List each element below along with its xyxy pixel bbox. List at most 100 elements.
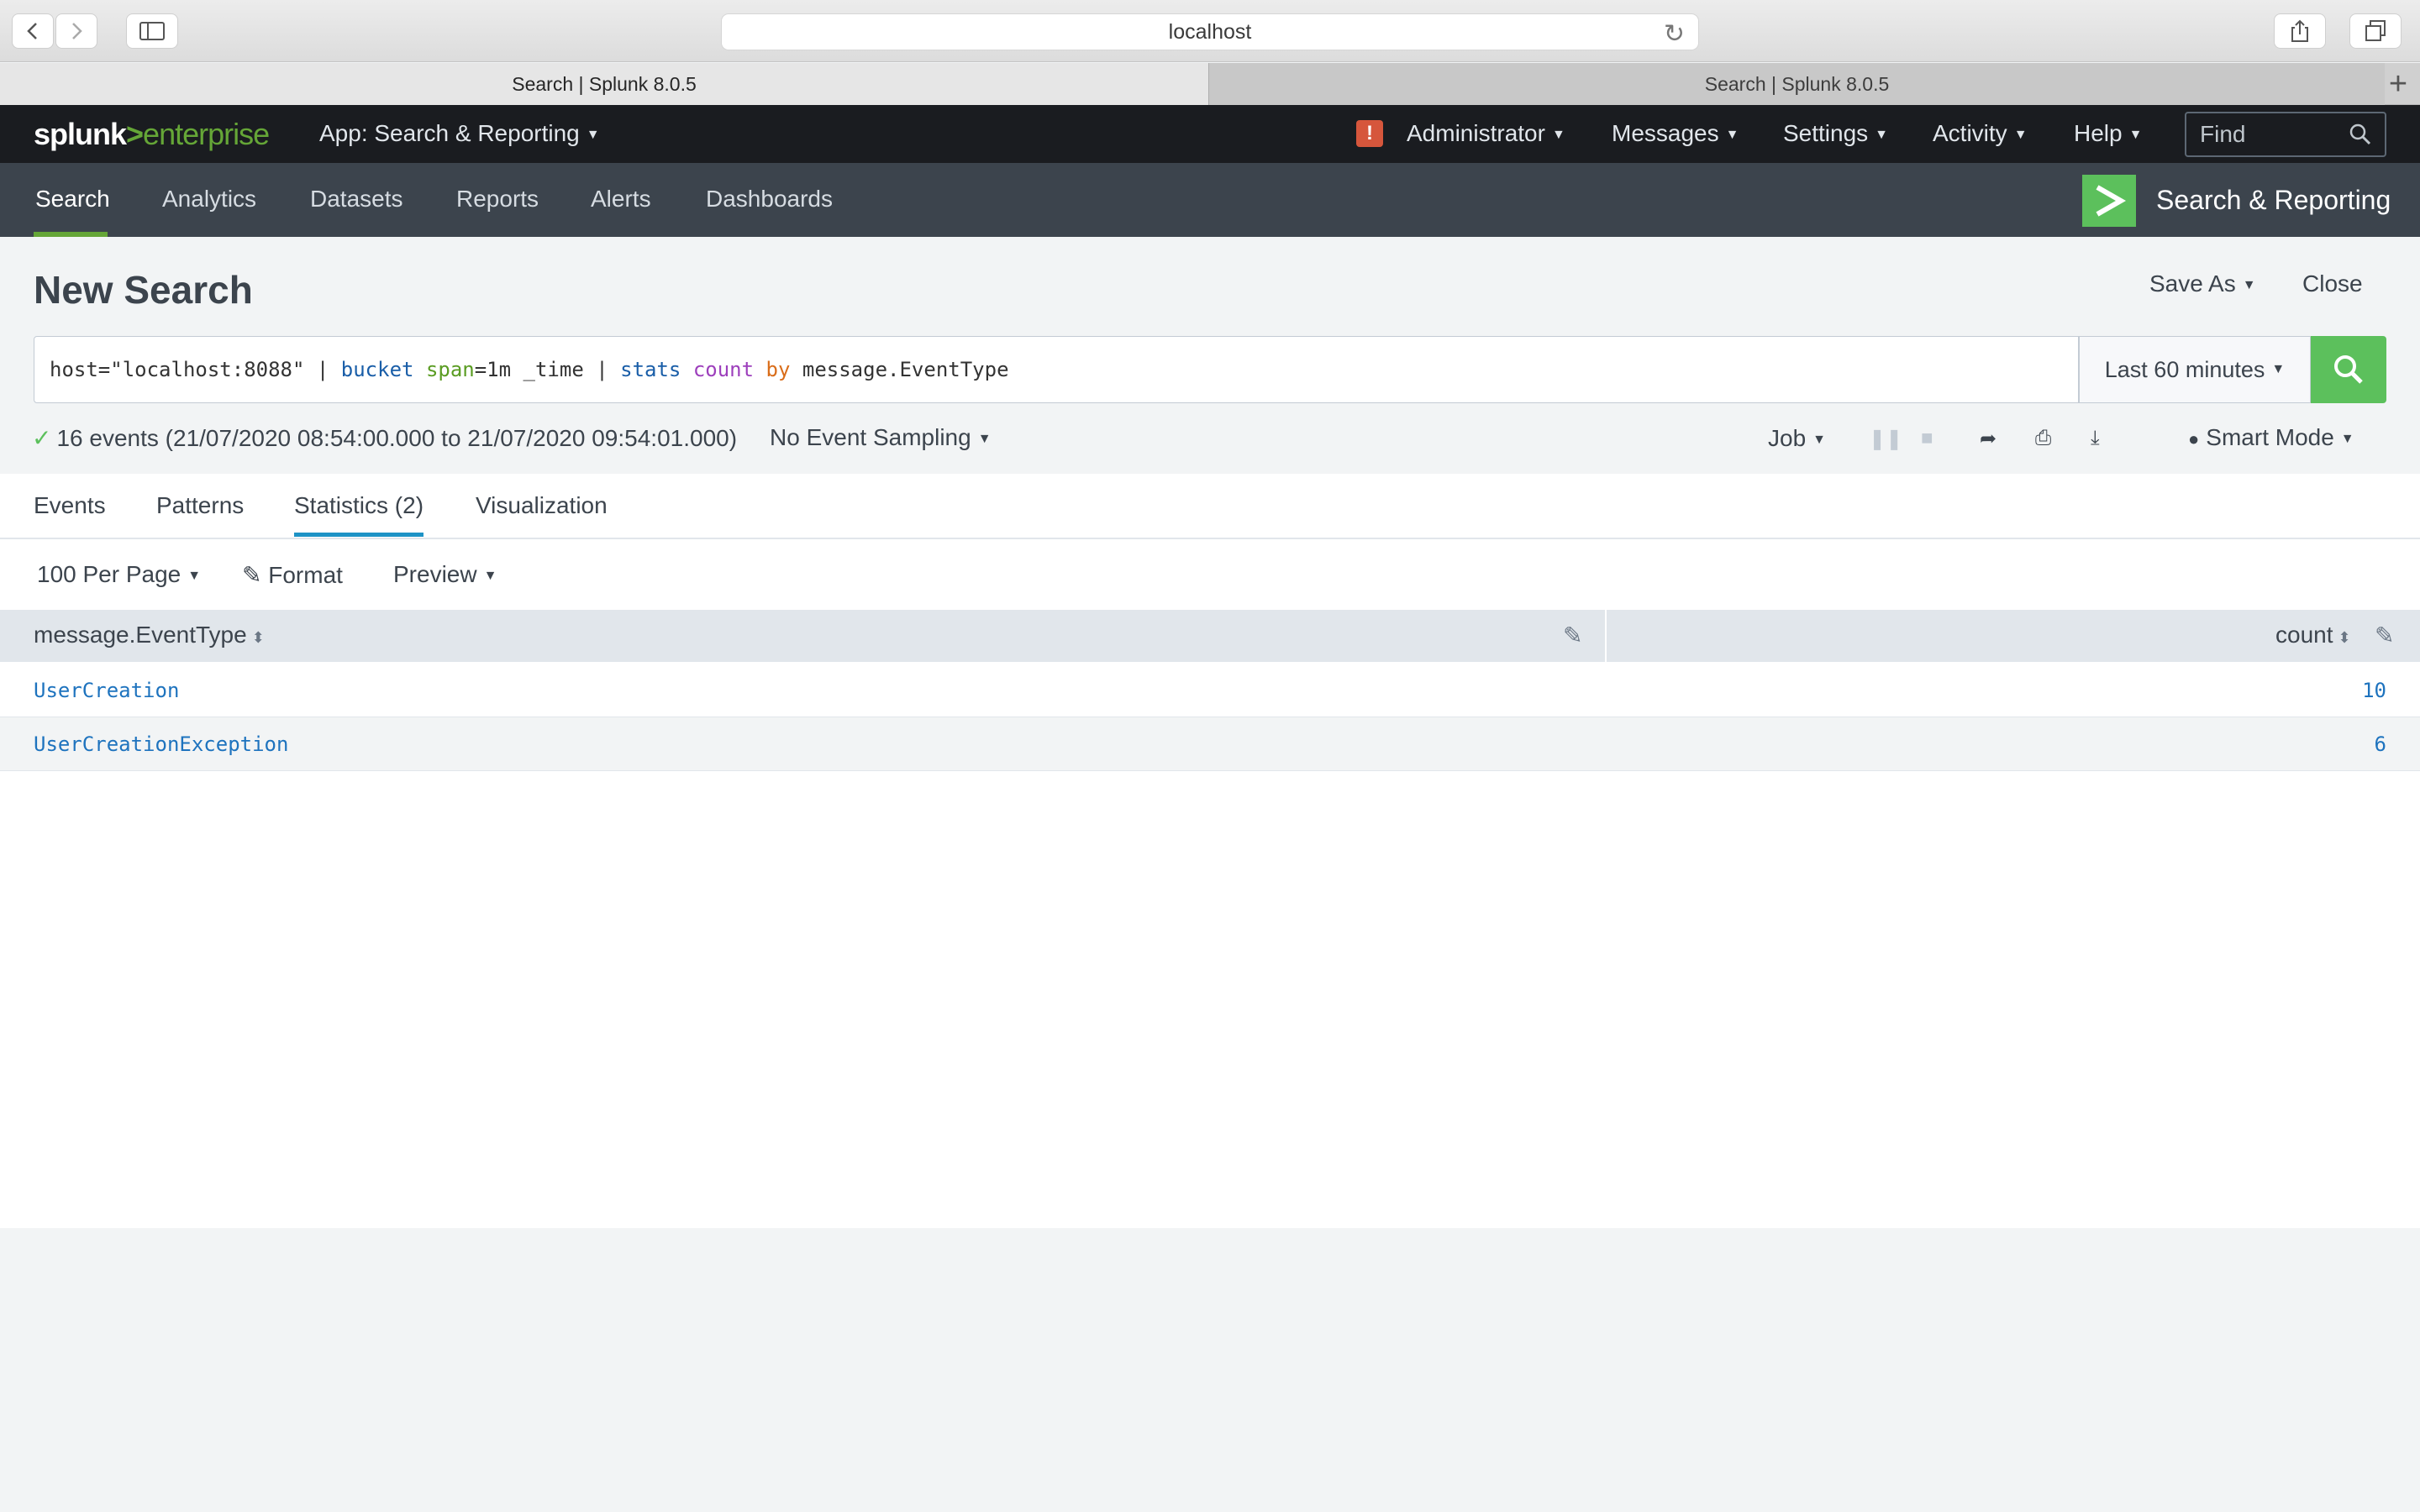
menu-label: Help [2074,120,2123,146]
nav-datasets[interactable]: Datasets [310,186,403,213]
format-label: Format [268,562,343,588]
pencil-icon: ✎ [242,562,262,588]
back-button[interactable] [12,13,54,49]
caret-down-icon: ▼ [586,127,600,142]
pencil-icon[interactable]: ✎ [1563,622,1582,649]
preview-dropdown[interactable]: Preview ▼ [393,561,497,588]
caret-down-icon: ▼ [1875,127,1889,142]
browser-toolbar: localhost ↻ [0,0,2420,62]
sidebar-toggle-button[interactable] [126,13,178,49]
share-button[interactable] [2274,13,2326,49]
app-menu[interactable]: App: Search & Reporting ▼ [319,120,600,147]
alert-icon[interactable]: ! [1356,120,1383,147]
browser-tab-2[interactable]: Search | Splunk 8.0.5 [1208,63,2385,105]
query-function: count [692,358,755,381]
close-button[interactable]: Close [2302,270,2363,297]
tab-events[interactable]: Events [34,492,106,519]
search-mode-dropdown[interactable]: ● Smart Mode ▼ [2188,424,2354,451]
nav-search[interactable]: Search [35,186,110,213]
job-label: Job [1768,425,1807,451]
reload-icon[interactable]: ↻ [1664,19,1685,49]
eventtype-cell[interactable]: UserCreationException [34,732,288,756]
search-icon [2334,355,2363,384]
table-header: message.EventType ⬍ ✎ count ⬍ ✎ [0,610,2420,662]
menu-label: Messages [1612,120,1719,146]
nav-analytics[interactable]: Analytics [162,186,256,213]
checkmark-icon: ✓ [32,425,52,451]
caret-down-icon: ▼ [2340,431,2354,446]
browser-tab-1[interactable]: Search | Splunk 8.0.5 [0,63,1208,105]
nav-dashboards[interactable]: Dashboards [706,186,833,213]
share-icon[interactable]: ➦ [1980,427,1996,451]
nav-alerts[interactable]: Alerts [591,186,651,213]
menu-messages[interactable]: Messages ▼ [1612,120,1739,147]
count-cell[interactable]: 10 [2362,679,2386,702]
print-icon[interactable]: ⎙ [2035,427,2051,450]
column-divider [1605,610,1607,662]
search-button[interactable] [2311,336,2386,403]
address-bar[interactable]: localhost ↻ [721,13,1699,50]
share-icon [2291,19,2308,42]
query-text: message.EventType [790,358,1009,381]
tab-patterns[interactable]: Patterns [156,492,244,519]
pause-icon[interactable]: ❚❚ [1869,427,1902,451]
caret-down-icon: ▼ [483,568,497,583]
active-tab-indicator [294,533,424,537]
search-mode-label: Smart Mode [2206,424,2334,450]
sort-icon: ⬍ [2338,629,2351,646]
count-cell[interactable]: 6 [2375,732,2386,756]
results-panel [0,474,2420,1228]
save-as-label: Save As [2149,270,2236,297]
export-icon[interactable]: ⤓ [2091,427,2100,450]
tabs-overview-button[interactable] [2349,13,2402,49]
caret-down-icon: ▼ [1812,432,1826,447]
tab-statistics[interactable]: Statistics (2) [294,492,424,519]
splunk-logo[interactable]: splunk>enterprise [34,117,270,152]
sampling-label: No Event Sampling [770,424,971,450]
app-bar: Search Analytics Datasets Reports Alerts… [0,163,2420,237]
menu-activity[interactable]: Activity ▼ [1933,120,2028,147]
query-text [413,358,425,381]
sort-icon: ⬍ [251,629,265,646]
logo-separator: > [126,117,144,151]
column-label: count [2275,622,2333,648]
chevron-left-icon [27,23,37,39]
column-header-eventtype[interactable]: message.EventType ⬍ [34,622,265,648]
forward-button[interactable] [55,13,97,49]
menu-help[interactable]: Help ▼ [2074,120,2142,147]
stop-icon[interactable]: ■ [1921,427,1933,450]
query-text [754,358,765,381]
query-argument: span [425,358,475,381]
chevron-right-icon [72,23,82,39]
event-sampling-dropdown[interactable]: No Event Sampling ▼ [770,424,992,451]
search-query-input[interactable]: host="localhost:8088" | bucket span =1m _… [34,336,2079,403]
eventtype-cell[interactable]: UserCreation [34,679,179,702]
column-header-count[interactable]: count ⬍ [2275,622,2351,648]
table-row: UserCreationException 6 [0,717,2420,771]
caret-down-icon: ▼ [2013,127,2028,142]
app-logo-icon [2082,175,2136,227]
url-text: localhost [1168,19,1252,44]
format-button[interactable]: ✎ Format [242,561,343,589]
menu-administrator[interactable]: Administrator ▼ [1407,120,1565,147]
new-tab-button[interactable]: + [2383,66,2413,102]
menu-settings[interactable]: Settings ▼ [1783,120,1888,147]
tab-visualization[interactable]: Visualization [476,492,608,519]
job-menu[interactable]: Job ▼ [1768,425,1826,452]
menu-label: Activity [1933,120,2007,146]
per-page-dropdown[interactable]: 100 Per Page ▼ [37,561,201,588]
caret-down-icon: ▼ [977,431,992,446]
caret-down-icon: ▼ [187,568,202,583]
query-text [681,358,692,381]
nav-reports[interactable]: Reports [456,186,539,213]
search-icon [2349,123,2371,145]
column-label: message.EventType [34,622,247,648]
find-input[interactable]: Find [2185,112,2386,157]
time-range-label: Last 60 minutes [2104,356,2265,382]
save-as-button[interactable]: Save As ▼ [2149,270,2256,297]
splunk-header: splunk>enterprise App: Search & Reportin… [0,105,2420,163]
menu-label: Settings [1783,120,1869,146]
pencil-icon[interactable]: ✎ [2375,622,2394,649]
time-range-picker[interactable]: Last 60 minutes ▼ [2079,336,2311,403]
job-summary: 16 events (21/07/2020 08:54:00.000 to 21… [56,425,738,451]
